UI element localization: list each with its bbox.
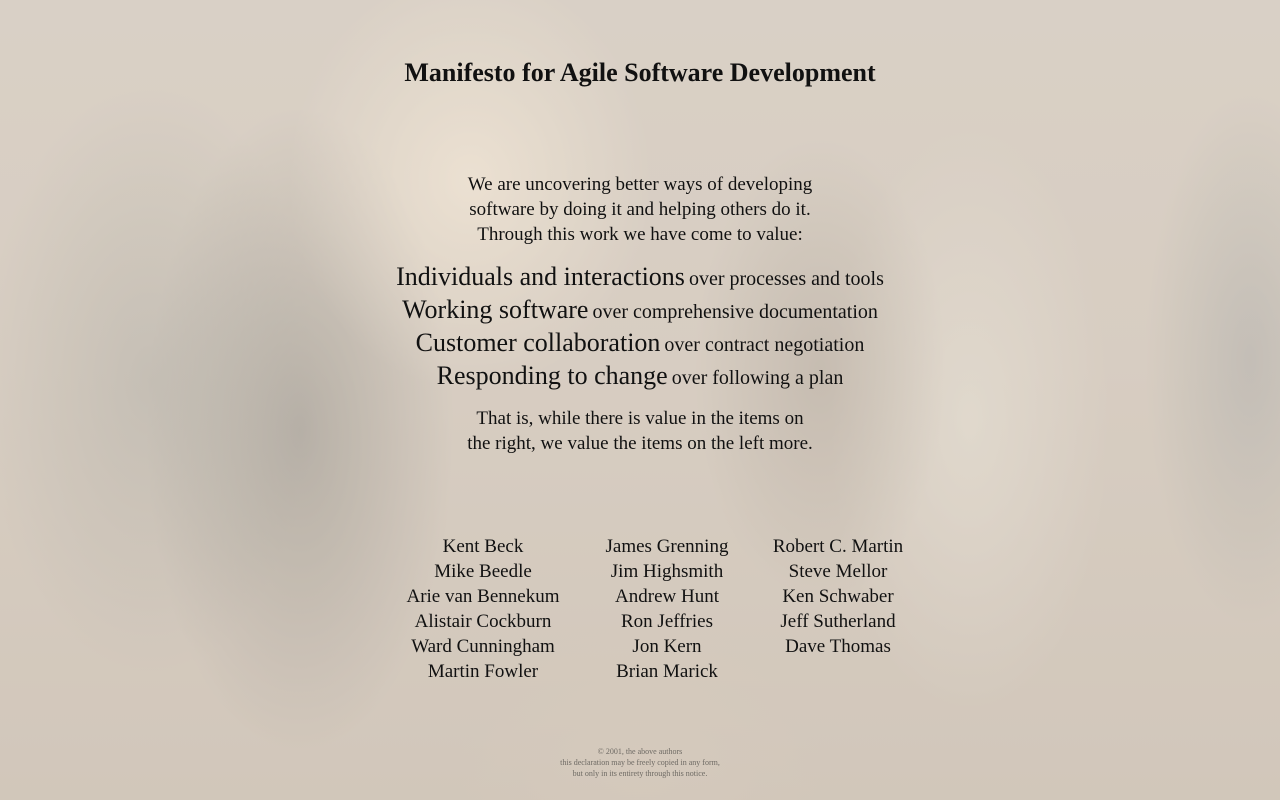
author-name[interactable]: Martin Fowler bbox=[383, 659, 583, 684]
author-name[interactable]: Ward Cunningham bbox=[383, 634, 583, 659]
copyright-line: but only in its entirety through this no… bbox=[572, 769, 708, 778]
value-item: Individuals and interactions over proces… bbox=[0, 260, 1280, 293]
copyright-notice: © 2001, the above authors this declarati… bbox=[0, 746, 1280, 779]
conclusion-line: That is, while there is value in the ite… bbox=[476, 408, 804, 429]
value-item: Working software over comprehensive docu… bbox=[0, 293, 1280, 326]
author-name[interactable]: Andrew Hunt bbox=[567, 584, 767, 609]
authors-column-2: James Grenning Jim Highsmith Andrew Hunt… bbox=[567, 534, 767, 684]
page-title: Manifesto for Agile Software Development bbox=[404, 58, 876, 87]
value-less-preferred: over comprehensive documentation bbox=[592, 301, 878, 323]
author-name[interactable]: Steve Mellor bbox=[738, 559, 938, 584]
value-less-preferred: over processes and tools bbox=[688, 268, 884, 290]
author-name[interactable]: Alistair Cockburn bbox=[383, 609, 583, 634]
conclusion-paragraph: That is, while there is value in the ite… bbox=[0, 406, 1280, 456]
intro-line: software by doing it and helping others … bbox=[469, 199, 811, 220]
author-name[interactable]: Robert C. Martin bbox=[738, 534, 938, 559]
conclusion-line: the right, we value the items on the lef… bbox=[467, 433, 813, 454]
intro-paragraph: We are uncovering better ways of develop… bbox=[0, 172, 1280, 247]
value-item: Customer collaboration over contract neg… bbox=[0, 326, 1280, 359]
author-name[interactable]: Dave Thomas bbox=[738, 634, 938, 659]
author-name[interactable]: Jeff Sutherland bbox=[738, 609, 938, 634]
authors-column-1: Kent Beck Mike Beedle Arie van Bennekum … bbox=[383, 534, 583, 684]
author-name[interactable]: Arie van Bennekum bbox=[383, 584, 583, 609]
value-less-preferred: over following a plan bbox=[671, 367, 844, 389]
intro-line: We are uncovering better ways of develop… bbox=[467, 174, 813, 195]
author-name[interactable]: Ron Jeffries bbox=[567, 609, 767, 634]
value-preferred: Customer collaboration bbox=[415, 328, 661, 357]
author-name[interactable]: Kent Beck bbox=[383, 534, 583, 559]
author-name[interactable]: Ken Schwaber bbox=[738, 584, 938, 609]
copyright-line: © 2001, the above authors bbox=[597, 747, 683, 756]
intro-line: Through this work we have come to value: bbox=[477, 224, 803, 245]
value-less-preferred: over contract negotiation bbox=[664, 334, 865, 356]
value-preferred: Working software bbox=[402, 295, 589, 324]
manifesto-page: Manifesto for Agile Software Development… bbox=[0, 0, 1280, 800]
author-name[interactable]: Jon Kern bbox=[567, 634, 767, 659]
author-name[interactable]: Mike Beedle bbox=[383, 559, 583, 584]
values-list: Individuals and interactions over proces… bbox=[0, 260, 1280, 392]
value-preferred: Individuals and interactions bbox=[396, 262, 685, 291]
copyright-line: this declaration may be freely copied in… bbox=[560, 758, 720, 767]
author-name[interactable]: Brian Marick bbox=[567, 659, 767, 684]
author-name[interactable]: James Grenning bbox=[567, 534, 767, 559]
value-item: Responding to change over following a pl… bbox=[0, 359, 1280, 392]
author-name[interactable]: Jim Highsmith bbox=[567, 559, 767, 584]
value-preferred: Responding to change bbox=[436, 361, 668, 390]
authors-column-3: Robert C. Martin Steve Mellor Ken Schwab… bbox=[738, 534, 938, 659]
